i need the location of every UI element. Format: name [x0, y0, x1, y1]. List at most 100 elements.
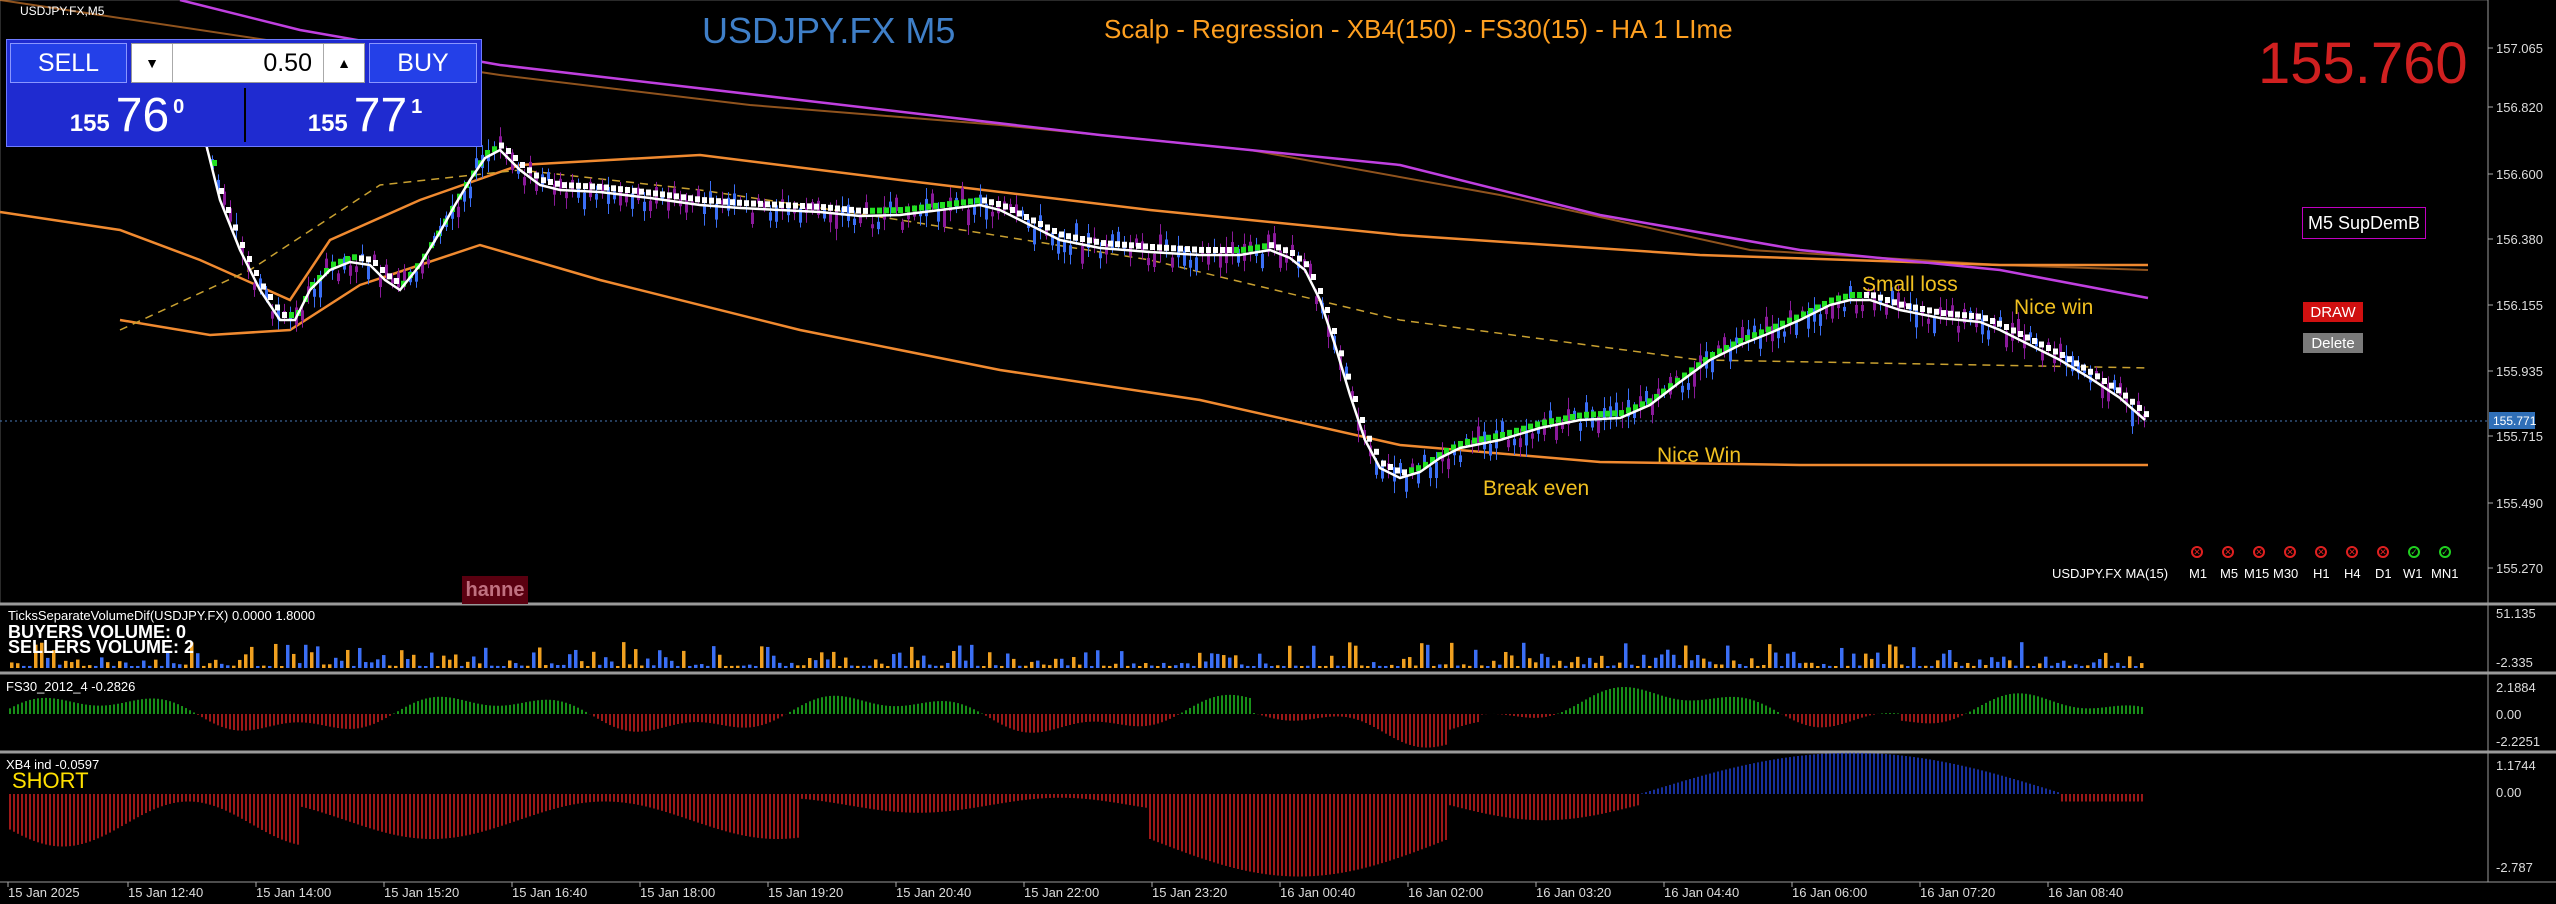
- candle-body: [853, 218, 856, 226]
- tf-h4-icon[interactable]: ✕: [2346, 546, 2358, 558]
- candle-body: [991, 211, 994, 217]
- sell-quote[interactable]: 155 76 0: [10, 88, 246, 142]
- volume-bar: [1108, 665, 1112, 668]
- ha-block: [1507, 429, 1512, 436]
- volume-bar: [1678, 665, 1682, 668]
- ha-block: [2123, 392, 2128, 399]
- volume-bar: [2050, 665, 2054, 668]
- tf-h1-label[interactable]: H1: [2313, 566, 2330, 581]
- buy-button[interactable]: BUY: [369, 43, 477, 83]
- buy-quote[interactable]: 155 77 1: [248, 88, 482, 142]
- volume-bar: [310, 652, 314, 668]
- ha-block: [772, 201, 777, 208]
- ha-block: [282, 312, 287, 318]
- ha-block: [744, 200, 749, 207]
- candle-body: [1261, 253, 1264, 269]
- ha-block: [1038, 221, 1043, 227]
- volume-bar: [1156, 665, 1160, 668]
- volume-bar: [1384, 665, 1388, 668]
- ha-block: [1066, 233, 1071, 240]
- ha-block: [1206, 247, 1211, 253]
- ha-block: [646, 189, 651, 196]
- candle-body: [1531, 433, 1534, 439]
- ha-block: [625, 187, 630, 193]
- delete-button[interactable]: Delete: [2303, 333, 2363, 353]
- volume-bar: [886, 665, 890, 668]
- tf-m30-label[interactable]: M30: [2273, 566, 2298, 581]
- volume-bar: [172, 663, 176, 668]
- tf-w1-icon[interactable]: ✓: [2408, 546, 2420, 558]
- tf-h4-label[interactable]: H4: [2344, 566, 2361, 581]
- volume-bar: [1366, 666, 1370, 668]
- draw-button[interactable]: DRAW: [2303, 302, 2363, 322]
- volume-bar: [820, 652, 824, 668]
- lot-size-field[interactable]: ▼ 0.50 ▲: [131, 43, 365, 83]
- ha-block: [1101, 240, 1106, 247]
- ha-block: [2032, 338, 2037, 344]
- tf-m1-label[interactable]: M1: [2189, 566, 2207, 581]
- volume-bar: [382, 655, 386, 668]
- volume-bar: [544, 665, 548, 668]
- volume-bar: [514, 663, 518, 668]
- tf-d1-icon[interactable]: ✕: [2377, 546, 2389, 558]
- volume-bar: [256, 665, 260, 668]
- supdem-button[interactable]: M5 SupDemB: [2302, 207, 2426, 239]
- ha-block: [1493, 433, 1498, 440]
- volume-bar: [556, 665, 560, 668]
- volume-bar: [1474, 649, 1478, 668]
- time-tick-label: 15 Jan 12:40: [128, 885, 203, 900]
- tf-m1-icon[interactable]: ✕: [2191, 546, 2203, 558]
- ha-block: [1087, 237, 1092, 244]
- tf-m15-label[interactable]: M15: [2244, 566, 2269, 581]
- volume-bar: [448, 659, 452, 668]
- ha-block: [884, 207, 889, 214]
- ha-block: [688, 195, 693, 202]
- lot-increase-icon[interactable]: ▲: [323, 44, 364, 82]
- ha-block: [541, 177, 546, 184]
- volume-bar: [2092, 662, 2096, 668]
- volume-bar: [1390, 664, 1394, 668]
- volume-bar: [118, 661, 122, 668]
- volume-bar: [826, 659, 830, 668]
- volume-bar: [898, 652, 902, 668]
- volume-bar: [1180, 663, 1184, 668]
- volume-bar: [1318, 665, 1322, 668]
- annotation-nice-win-high: Nice win: [2014, 296, 2094, 319]
- ha-block: [1178, 245, 1183, 252]
- tf-d1-label[interactable]: D1: [2375, 566, 2392, 581]
- tf-h1-icon[interactable]: ✕: [2315, 546, 2327, 558]
- volume-bar: [70, 662, 74, 668]
- volume-bar: [1528, 658, 1532, 668]
- volume-bar: [586, 665, 590, 668]
- tf-m5-icon[interactable]: ✕: [2222, 546, 2234, 558]
- volume-bar: [124, 662, 128, 668]
- lot-size-value[interactable]: 0.50: [263, 49, 312, 78]
- tf-mn1-label[interactable]: MN1: [2431, 566, 2458, 581]
- volume-bar: [1564, 665, 1568, 668]
- ha-block: [1577, 412, 1582, 419]
- buy-quote-big: 155: [307, 110, 348, 137]
- volume-bar: [472, 656, 476, 668]
- volume-bar: [1600, 655, 1604, 668]
- ha-block: [289, 312, 294, 318]
- volume-bar: [1606, 665, 1610, 668]
- ha-block: [1353, 396, 1358, 402]
- lot-decrease-icon[interactable]: ▼: [132, 44, 173, 82]
- volume-bar: [1150, 665, 1154, 668]
- volume-bar: [1336, 665, 1340, 668]
- sell-button[interactable]: SELL: [10, 43, 127, 83]
- ha-block: [226, 207, 231, 213]
- candle-body: [523, 177, 526, 186]
- tf-m5-label[interactable]: M5: [2220, 566, 2238, 581]
- volume-bar: [490, 665, 494, 668]
- tf-m15-icon[interactable]: ✕: [2253, 546, 2265, 558]
- tf-mn1-icon[interactable]: ✓: [2439, 546, 2451, 558]
- candle-body: [1927, 318, 1930, 324]
- ha-block: [1976, 313, 1981, 320]
- ha-block: [1115, 241, 1120, 248]
- tf-w1-label[interactable]: W1: [2403, 566, 2423, 581]
- ha-block: [555, 180, 560, 187]
- volume-bar: [436, 665, 440, 668]
- tf-m30-icon[interactable]: ✕: [2284, 546, 2296, 558]
- ha-block: [1885, 297, 1890, 303]
